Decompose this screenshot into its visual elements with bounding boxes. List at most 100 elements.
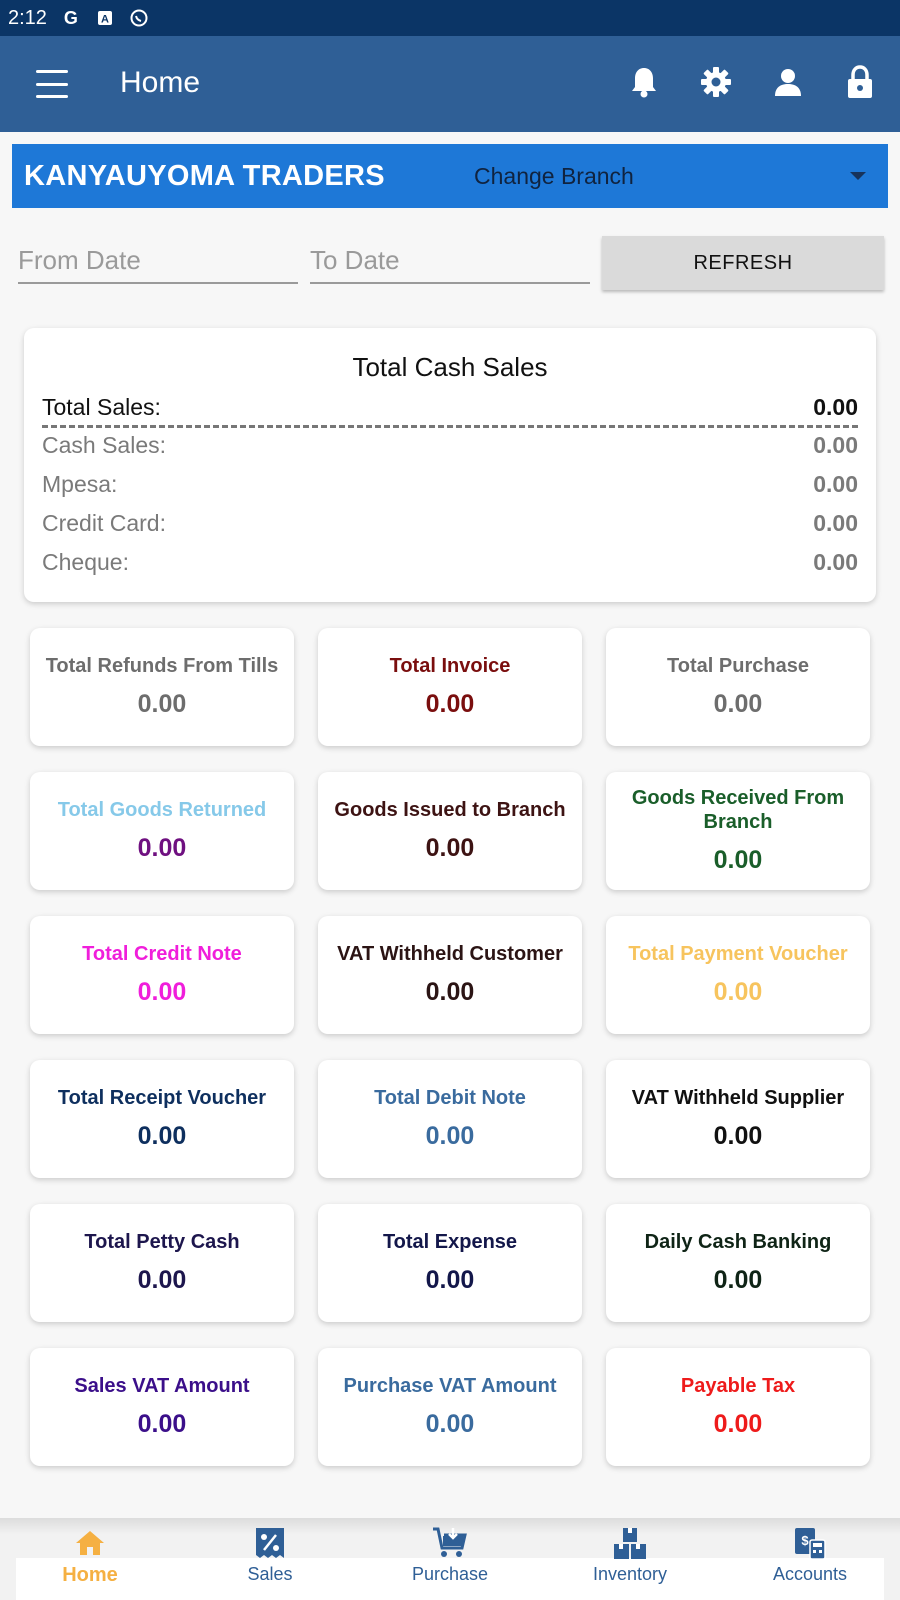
stat-title: Daily Cash Banking	[644, 1231, 832, 1253]
stat-card-invoice[interactable]: Total Invoice 0.00	[318, 628, 582, 746]
stat-value: 0.00	[137, 690, 187, 718]
svg-text:$: $	[801, 1533, 809, 1548]
person-icon[interactable]	[770, 62, 806, 102]
percent-receipt-icon	[256, 1528, 284, 1558]
mpesa-label: Mpesa:	[42, 471, 118, 497]
refresh-button[interactable]: REFRESH	[602, 236, 884, 290]
stat-card-goods-issued[interactable]: Goods Issued to Branch 0.00	[318, 772, 582, 890]
stat-value: 0.00	[713, 978, 763, 1006]
nav-home[interactable]: Home	[10, 1526, 170, 1587]
stat-card-receipt-voucher[interactable]: Total Receipt Voucher 0.00	[30, 1060, 294, 1178]
status-time: 2:12	[8, 6, 47, 29]
stat-card-refunds[interactable]: Total Refunds From Tills 0.00	[30, 628, 294, 746]
stat-title: Total Payment Voucher	[628, 943, 848, 965]
stat-card-vat-withheld-customer[interactable]: VAT Withheld Customer 0.00	[318, 916, 582, 1034]
change-branch-label: Change Branch	[474, 162, 634, 189]
stat-card-petty-cash[interactable]: Total Petty Cash 0.00	[30, 1204, 294, 1322]
to-date-input[interactable]	[310, 238, 590, 282]
stat-card-debit-note[interactable]: Total Debit Note 0.00	[318, 1060, 582, 1178]
total-sales-value: 0.00	[813, 394, 858, 420]
stat-card-payment-voucher[interactable]: Total Payment Voucher 0.00	[606, 916, 870, 1034]
cash-sales-value: 0.00	[813, 432, 858, 458]
stat-title: Total Purchase	[667, 655, 809, 677]
stat-card-expense[interactable]: Total Expense 0.00	[318, 1204, 582, 1322]
stat-value: 0.00	[425, 1122, 475, 1150]
stat-title: Total Invoice	[389, 655, 511, 677]
stat-value: 0.00	[713, 690, 763, 718]
company-name: KANYAUYOMA TRADERS	[24, 160, 385, 192]
svg-text:A: A	[101, 14, 109, 26]
total-sales-row: Total Sales: 0.00	[42, 394, 858, 428]
mpesa-value: 0.00	[813, 471, 858, 497]
stat-title: Payable Tax	[680, 1375, 796, 1397]
stat-title: Total Debit Note	[374, 1087, 526, 1109]
to-date-field	[310, 238, 590, 284]
nav-sales[interactable]: Sales	[190, 1526, 350, 1585]
nav-label: Home	[62, 1564, 118, 1586]
stat-title: Goods Received From Branch	[631, 787, 845, 833]
nav-label: Purchase	[411, 1564, 489, 1584]
nav-purchase[interactable]: Purchase	[370, 1526, 530, 1585]
stat-card-cash-banking[interactable]: Daily Cash Banking 0.00	[606, 1204, 870, 1322]
change-branch-dropdown[interactable]: Change Branch	[462, 144, 888, 208]
stat-card-purchase-vat[interactable]: Purchase VAT Amount 0.00	[318, 1348, 582, 1466]
google-icon: G	[63, 7, 78, 28]
bottom-nav: Home Sales Purchase Inventory $ Accounts	[0, 1518, 900, 1600]
nav-inventory[interactable]: Inventory	[550, 1526, 710, 1585]
menu-icon[interactable]	[36, 70, 68, 98]
credit-card-value: 0.00	[813, 510, 858, 536]
stat-title: VAT Withheld Customer	[337, 943, 563, 965]
stat-value: 0.00	[713, 846, 763, 874]
stat-title: Total Petty Cash	[84, 1231, 240, 1253]
stat-value: 0.00	[137, 1266, 187, 1294]
page-title: Home	[120, 66, 201, 99]
stat-title: Purchase VAT Amount	[343, 1375, 557, 1397]
stat-value: 0.00	[713, 1266, 763, 1294]
cash-sales-title: Total Cash Sales	[352, 352, 548, 382]
stat-card-vat-withheld-supplier[interactable]: VAT Withheld Supplier 0.00	[606, 1060, 870, 1178]
from-date-field	[18, 238, 298, 284]
stat-value: 0.00	[425, 1266, 475, 1294]
font-icon: A	[95, 8, 115, 28]
calculator-icon: $	[795, 1528, 826, 1560]
branch-bar: KANYAUYOMA TRADERS Change Branch	[12, 144, 888, 208]
stat-card-payable-tax[interactable]: Payable Tax 0.00	[606, 1348, 870, 1466]
stat-card-goods-returned[interactable]: Total Goods Returned 0.00	[30, 772, 294, 890]
stat-card-goods-received[interactable]: Goods Received From Branch 0.00	[606, 772, 870, 890]
cheque-row: Cheque: 0.00	[42, 549, 858, 576]
app-bar: Home	[0, 36, 900, 132]
whatsapp-icon	[129, 8, 149, 28]
stat-value: 0.00	[713, 1410, 763, 1438]
nav-label: Inventory	[592, 1564, 668, 1584]
home-icon	[76, 1531, 104, 1555]
cheque-label: Cheque:	[42, 549, 129, 575]
stat-title: Total Receipt Voucher	[57, 1087, 267, 1109]
stat-value: 0.00	[425, 834, 475, 862]
stat-title: Sales VAT Amount	[74, 1375, 250, 1397]
stat-value: 0.00	[137, 978, 187, 1006]
stat-card-purchase[interactable]: Total Purchase 0.00	[606, 628, 870, 746]
stat-value: 0.00	[425, 978, 475, 1006]
bell-icon[interactable]	[626, 62, 662, 102]
nav-label: Accounts	[772, 1564, 848, 1584]
stat-card-sales-vat[interactable]: Sales VAT Amount 0.00	[30, 1348, 294, 1466]
gear-icon[interactable]	[698, 62, 734, 102]
caret-down-icon	[850, 172, 866, 180]
credit-card-label: Credit Card:	[42, 510, 166, 536]
stat-card-credit-note[interactable]: Total Credit Note 0.00	[30, 916, 294, 1034]
nav-accounts[interactable]: $ Accounts	[730, 1526, 890, 1585]
stat-title: VAT Withheld Supplier	[631, 1087, 845, 1109]
cart-icon	[433, 1527, 467, 1557]
from-date-input[interactable]	[18, 238, 298, 282]
total-sales-label: Total Sales:	[42, 394, 161, 420]
stat-title: Total Refunds From Tills	[45, 655, 279, 677]
stat-title: Total Goods Returned	[57, 799, 267, 821]
cash-sales-label: Cash Sales:	[42, 432, 167, 458]
stat-value: 0.00	[713, 1122, 763, 1150]
boxes-icon	[614, 1528, 646, 1559]
stat-value: 0.00	[137, 1122, 187, 1150]
stat-title: Goods Issued to Branch	[334, 799, 566, 821]
nav-label: Sales	[247, 1564, 293, 1584]
cheque-value: 0.00	[813, 549, 858, 575]
lock-icon[interactable]	[842, 62, 878, 102]
